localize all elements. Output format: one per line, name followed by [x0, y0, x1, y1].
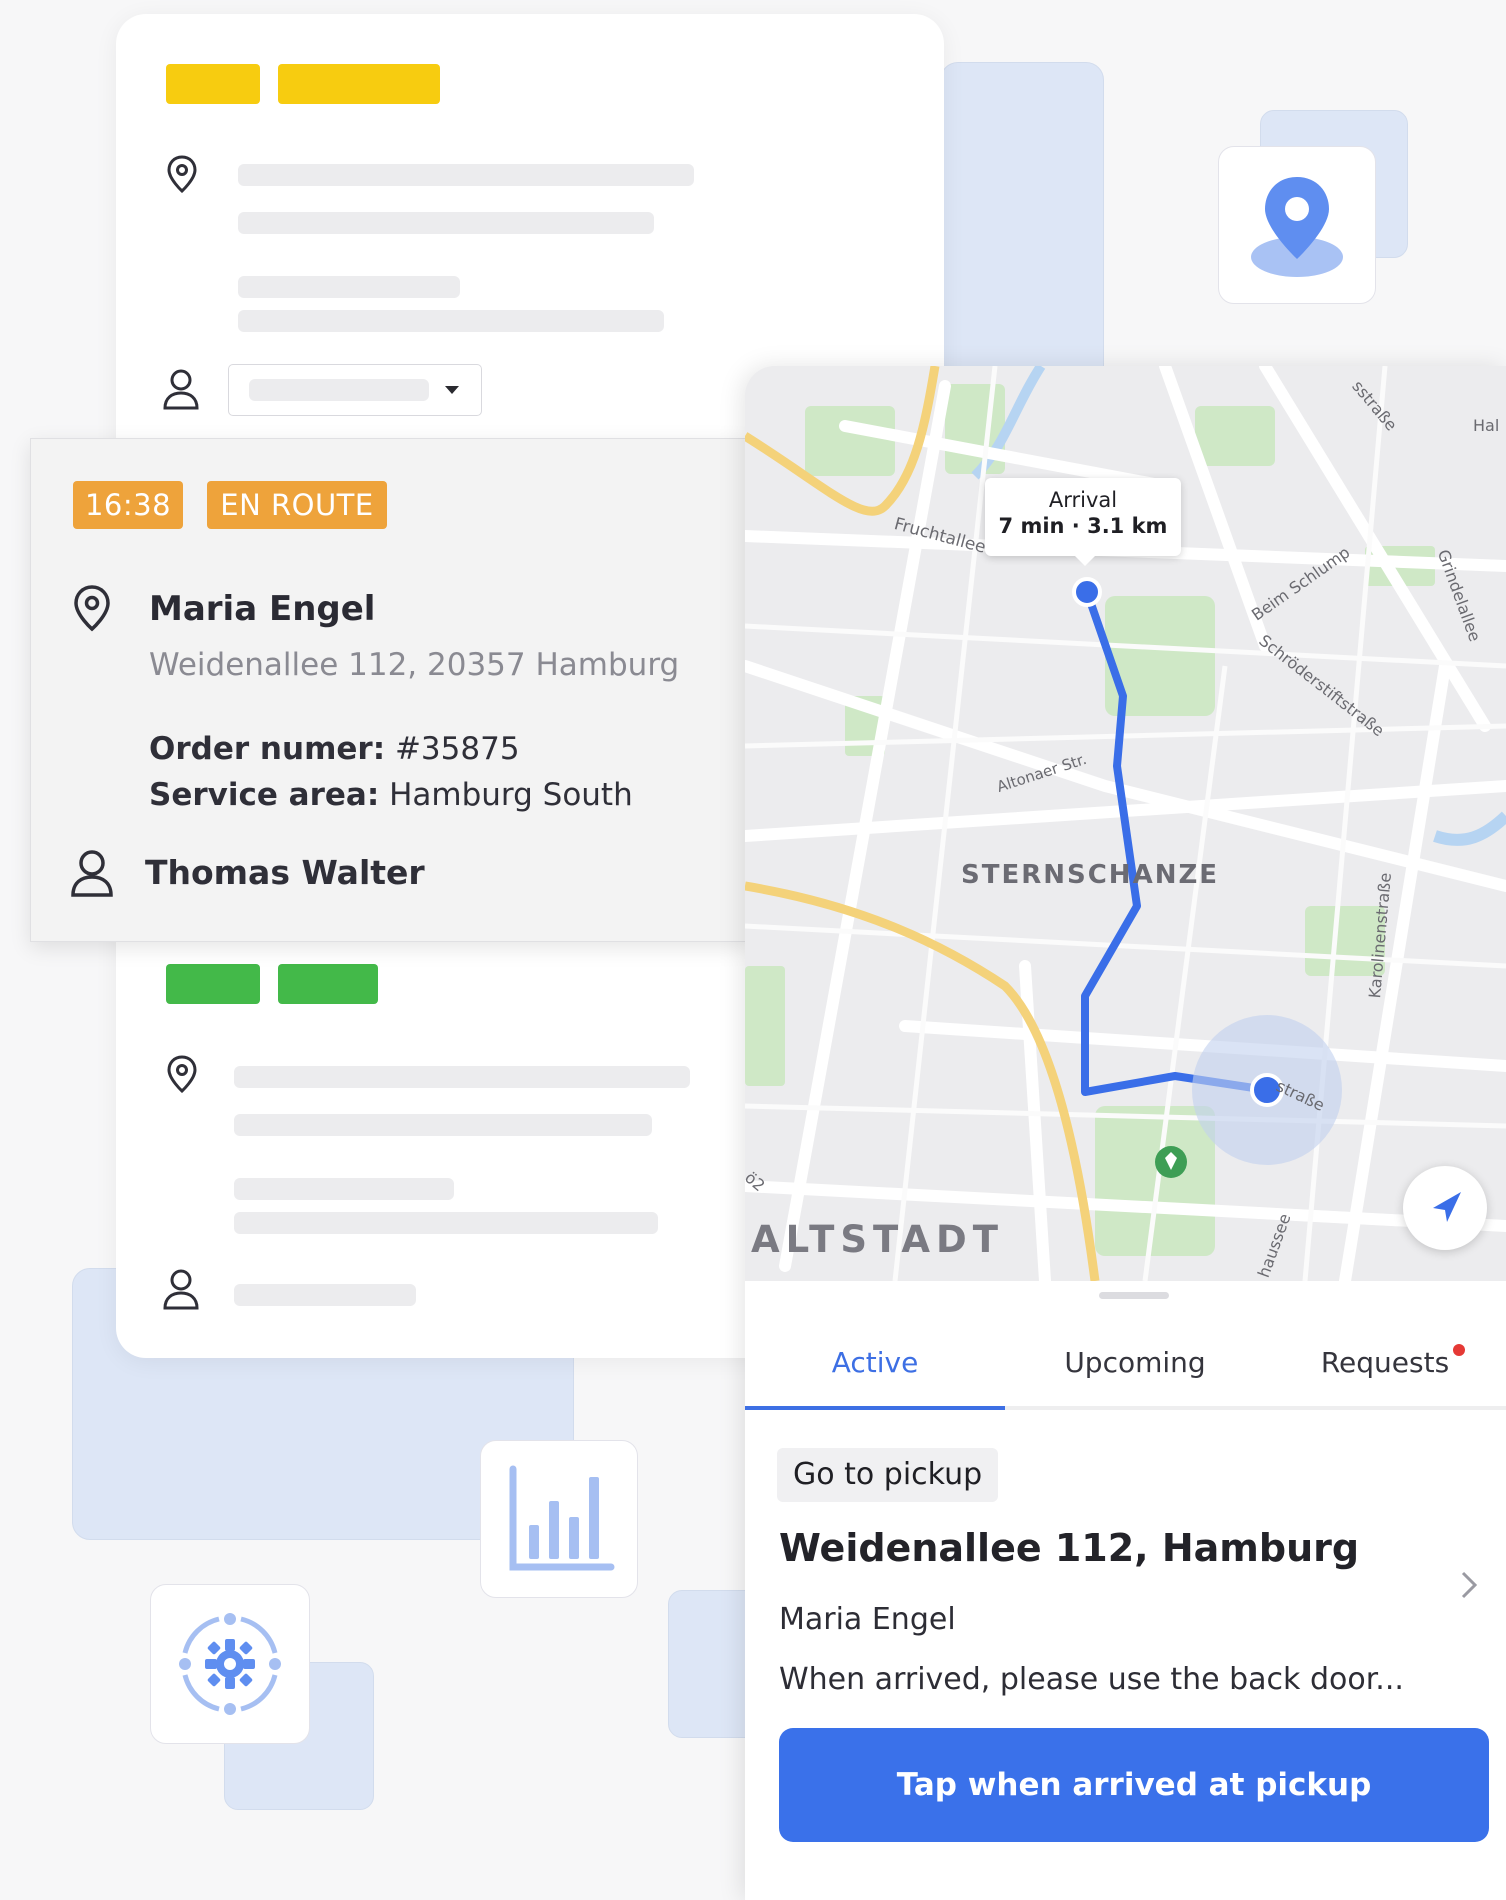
customer-address: Weidenallee 112, 20357 Hamburg [149, 647, 680, 683]
pickup-address[interactable]: Weidenallee 112, Hamburg [779, 1526, 1359, 1570]
service-area-row: Service area: Hamburg South [149, 777, 633, 813]
street-label: Hal [1473, 416, 1500, 435]
user-icon [163, 369, 199, 410]
skeleton-line [238, 310, 664, 332]
skeleton-line [234, 1178, 454, 1200]
pickup-chip: Go to pickup [777, 1448, 999, 1502]
skeleton-line [238, 164, 694, 186]
district-label: STERNSCHANZE [961, 860, 1220, 890]
pickup-customer: Maria Engel [779, 1602, 956, 1637]
active-task-card[interactable]: 16:38 EN ROUTE Maria Engel Weidenallee 1… [30, 438, 752, 942]
skeleton-line [238, 276, 460, 298]
arrival-tooltip: Arrival 7 min · 3.1 km [985, 478, 1181, 566]
bar-chart-icon [509, 1465, 615, 1571]
status-pill [278, 964, 378, 1004]
tab-active-indicator [745, 1406, 1005, 1410]
skeleton-line [249, 379, 429, 401]
status-badge: EN ROUTE [207, 481, 387, 529]
skeleton-line [234, 1066, 690, 1088]
service-area-value: Hamburg South [389, 777, 633, 813]
skeleton-line [234, 1212, 658, 1234]
tab-upcoming[interactable]: Upcoming [1035, 1346, 1235, 1379]
skeleton-line [234, 1284, 416, 1306]
navigation-arrow-icon [1433, 1192, 1461, 1222]
arrived-at-pickup-button[interactable]: Tap when arrived at pickup [779, 1728, 1489, 1842]
tooltip-arrow [1075, 556, 1095, 566]
pickup-note: When arrived, please use the back door..… [779, 1662, 1404, 1697]
order-number-row: Order numer: #35875 [149, 731, 520, 767]
time-badge: 16:38 [73, 481, 183, 529]
customer-name: Maria Engel [149, 589, 376, 629]
district-label: ALTSTADT [751, 1218, 1004, 1261]
tab-active[interactable]: Active [775, 1346, 975, 1379]
arrival-eta: 7 min · 3.1 km [998, 514, 1168, 538]
map-pin-icon [167, 155, 197, 194]
sheet-handle[interactable] [1099, 1292, 1169, 1299]
status-pill [166, 964, 260, 1004]
user-icon [71, 850, 113, 897]
service-area-label: Service area: [149, 777, 380, 813]
status-pill [278, 64, 440, 104]
location-pin-icon [1251, 177, 1343, 277]
route-map[interactable]: Arrival 7 min · 3.1 km STERNSCHANZE ALTS… [745, 366, 1506, 1281]
driver-name: Thomas Walter [145, 853, 425, 892]
location-tile [1218, 146, 1376, 304]
caret-down-icon [445, 386, 459, 394]
skeleton-line [234, 1114, 652, 1136]
chevron-right-icon[interactable] [1457, 1568, 1481, 1602]
status-pill [166, 64, 260, 104]
order-number-label: Order numer: [149, 731, 386, 767]
gear-sync-icon [179, 1613, 281, 1715]
arrival-title: Arrival [1048, 488, 1118, 512]
map-pin-icon [74, 585, 110, 632]
analytics-tile [480, 1440, 638, 1598]
decor-tile-back-top [940, 62, 1104, 394]
skeleton-line [238, 212, 654, 234]
order-number-value: #35875 [394, 731, 520, 767]
requests-badge [1453, 1344, 1465, 1356]
map-pin-icon [167, 1055, 197, 1094]
automation-tile [150, 1584, 310, 1744]
assignee-dropdown[interactable] [228, 364, 482, 416]
user-icon [163, 1269, 199, 1310]
driver-app-panel: Arrival 7 min · 3.1 km STERNSCHANZE ALTS… [745, 366, 1506, 1900]
locate-me-button[interactable] [1403, 1166, 1487, 1250]
